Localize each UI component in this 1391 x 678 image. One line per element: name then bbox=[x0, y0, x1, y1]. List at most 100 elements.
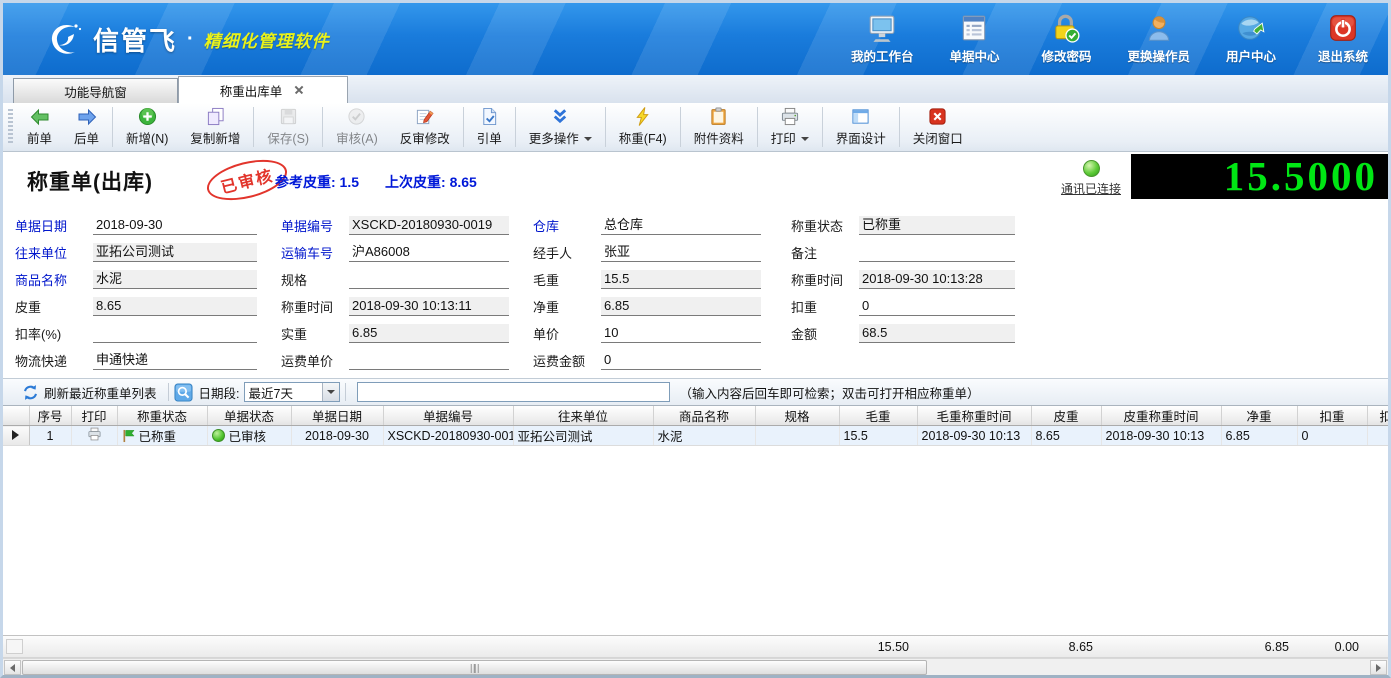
col-seq[interactable]: 序号 bbox=[29, 406, 71, 426]
toolbar-separator bbox=[112, 107, 113, 147]
date-range-select[interactable]: 最近7天 bbox=[244, 382, 340, 402]
date-search-icon[interactable] bbox=[174, 383, 193, 402]
tab-weigh-outbound[interactable]: 称重出库单 bbox=[178, 76, 348, 103]
scroll-left-button[interactable] bbox=[4, 660, 21, 675]
col-tare[interactable]: 皮重 bbox=[1031, 406, 1101, 426]
handler-label: 经手人 bbox=[533, 243, 601, 262]
deduct-rate-field[interactable] bbox=[93, 324, 257, 343]
nav-switch-operator[interactable]: 更换操作员 bbox=[1127, 13, 1190, 65]
warehouse-field[interactable]: 总仓库 bbox=[601, 216, 761, 235]
table-row[interactable]: 1 已称重 已审核 2018-09-30 XSCKD-20180930-0019… bbox=[3, 426, 1388, 446]
nav-user-center[interactable]: 用户中心 bbox=[1220, 13, 1282, 65]
green-ball-icon bbox=[212, 429, 225, 442]
select-caret-button[interactable] bbox=[322, 383, 339, 401]
more-actions-button[interactable]: 更多操作 bbox=[518, 103, 603, 151]
nav-document-center[interactable]: 单据中心 bbox=[943, 13, 1005, 65]
scrollbar-grip-icon bbox=[470, 664, 479, 673]
col-doc-status[interactable]: 单据状态 bbox=[207, 406, 291, 426]
col-gross-time[interactable]: 毛重称重时间 bbox=[917, 406, 1031, 426]
operator-person-icon bbox=[1144, 13, 1174, 43]
cell-tare: 8.65 bbox=[1031, 426, 1101, 446]
ui-design-button[interactable]: 界面设计 bbox=[825, 103, 897, 151]
col-weigh-status[interactable]: 称重状态 bbox=[117, 406, 207, 426]
col-deduct[interactable]: 扣重 bbox=[1297, 406, 1367, 426]
tab-function-navigator[interactable]: 功能导航窗 bbox=[13, 78, 178, 103]
toolbar-separator bbox=[680, 107, 681, 147]
listbar-separator bbox=[168, 383, 169, 401]
remark-field[interactable] bbox=[859, 243, 1015, 262]
col-product[interactable]: 商品名称 bbox=[653, 406, 755, 426]
dropdown-caret-icon bbox=[801, 137, 809, 141]
col-net[interactable]: 净重 bbox=[1221, 406, 1297, 426]
scroll-right-button[interactable] bbox=[1370, 660, 1387, 675]
unit-price-field[interactable]: 10 bbox=[601, 324, 761, 343]
summary-tare: 8.65 bbox=[1031, 636, 1101, 657]
col-print[interactable]: 打印 bbox=[71, 406, 117, 426]
spec-field[interactable] bbox=[349, 270, 509, 289]
cell-gross-time: 2018-09-30 10:13 bbox=[917, 426, 1031, 446]
tare-label: 皮重 bbox=[15, 297, 93, 316]
toolbar-separator bbox=[253, 107, 254, 147]
app-logo: 信管飞 · 精细化管理软件 bbox=[45, 19, 330, 59]
handler-field[interactable]: 张亚 bbox=[601, 243, 761, 262]
nav-exit-system[interactable]: 退出系统 bbox=[1312, 13, 1374, 65]
search-input[interactable] bbox=[357, 382, 670, 402]
nav-change-password[interactable]: 修改密码 bbox=[1035, 13, 1097, 65]
next-doc-button[interactable]: 后单 bbox=[63, 103, 110, 151]
doc-no-field: XSCKD-20180930-0019 bbox=[349, 216, 509, 235]
row-printer-icon[interactable] bbox=[87, 427, 102, 441]
printer-icon bbox=[780, 107, 800, 126]
cell-print[interactable] bbox=[71, 426, 117, 446]
cell-spec bbox=[755, 426, 839, 446]
reverse-audit-button[interactable]: 反审修改 bbox=[389, 103, 461, 151]
comm-connected-light-icon bbox=[1083, 160, 1100, 177]
col-rate[interactable]: 扣率 bbox=[1367, 406, 1388, 426]
col-doc-date[interactable]: 单据日期 bbox=[291, 406, 383, 426]
toolbar-separator bbox=[515, 107, 516, 147]
green-flag-icon bbox=[122, 429, 135, 443]
weigh-time2-field: 2018-09-30 10:13:28 bbox=[859, 270, 1015, 289]
col-spec[interactable]: 规格 bbox=[755, 406, 839, 426]
ref-tare-text: 参考皮重: 1.5 bbox=[275, 172, 359, 192]
freight-amount-field[interactable]: 0 bbox=[601, 351, 761, 370]
customer-label: 往来单位 bbox=[15, 243, 93, 262]
close-window-button[interactable]: 关闭窗口 bbox=[902, 103, 974, 151]
weigh-button[interactable]: 称重(F4) bbox=[608, 103, 678, 151]
refresh-list-button[interactable]: 刷新最近称重单列表 bbox=[16, 381, 163, 404]
doc-date-field[interactable]: 2018-09-30 bbox=[93, 216, 257, 235]
comm-status-link[interactable]: 通讯已连接 bbox=[1055, 180, 1127, 197]
freight-price-label: 运费单价 bbox=[281, 351, 349, 370]
summary-deduct: 0.00 bbox=[1297, 636, 1367, 657]
app-name: 信管飞 bbox=[93, 21, 177, 58]
summary-selector-box bbox=[6, 639, 23, 654]
weigh-time1-field: 2018-09-30 10:13:11 bbox=[349, 297, 509, 316]
scroll-right-icon bbox=[1376, 664, 1381, 672]
vehicle-no-field[interactable]: 沪A86008 bbox=[349, 243, 509, 262]
copy-new-button[interactable]: 复制新增 bbox=[179, 103, 251, 151]
tab-close-icon[interactable] bbox=[292, 83, 306, 97]
grid-empty-area bbox=[3, 446, 1388, 635]
logistics-field[interactable]: 申通快递 bbox=[93, 351, 257, 370]
vehicle-no-label: 运输车号 bbox=[281, 243, 349, 262]
deduct-weight-field[interactable]: 0 bbox=[859, 297, 1015, 316]
col-tare-time[interactable]: 皮重称重时间 bbox=[1101, 406, 1221, 426]
net-weight-label: 净重 bbox=[533, 297, 601, 316]
attachments-button[interactable]: 附件资料 bbox=[683, 103, 755, 151]
new-button[interactable]: 新增(N) bbox=[115, 103, 179, 151]
power-icon bbox=[1328, 13, 1358, 43]
weigh-status-field: 已称重 bbox=[859, 216, 1015, 235]
horizontal-scrollbar[interactable] bbox=[3, 658, 1388, 675]
col-customer[interactable]: 往来单位 bbox=[513, 406, 653, 426]
freight-price-field[interactable] bbox=[349, 351, 509, 370]
lightning-icon bbox=[633, 107, 652, 126]
scrollbar-thumb[interactable] bbox=[22, 660, 927, 675]
col-doc-no[interactable]: 单据编号 bbox=[383, 406, 513, 426]
prev-doc-button[interactable]: 前单 bbox=[16, 103, 63, 151]
arrow-right-icon bbox=[76, 108, 98, 126]
col-gross[interactable]: 毛重 bbox=[839, 406, 917, 426]
nav-my-workbench[interactable]: 我的工作台 bbox=[851, 13, 914, 65]
pull-doc-button[interactable]: 引单 bbox=[466, 103, 513, 151]
print-button[interactable]: 打印 bbox=[760, 103, 820, 151]
spec-label: 规格 bbox=[281, 270, 349, 289]
cell-product: 水泥 bbox=[653, 426, 755, 446]
